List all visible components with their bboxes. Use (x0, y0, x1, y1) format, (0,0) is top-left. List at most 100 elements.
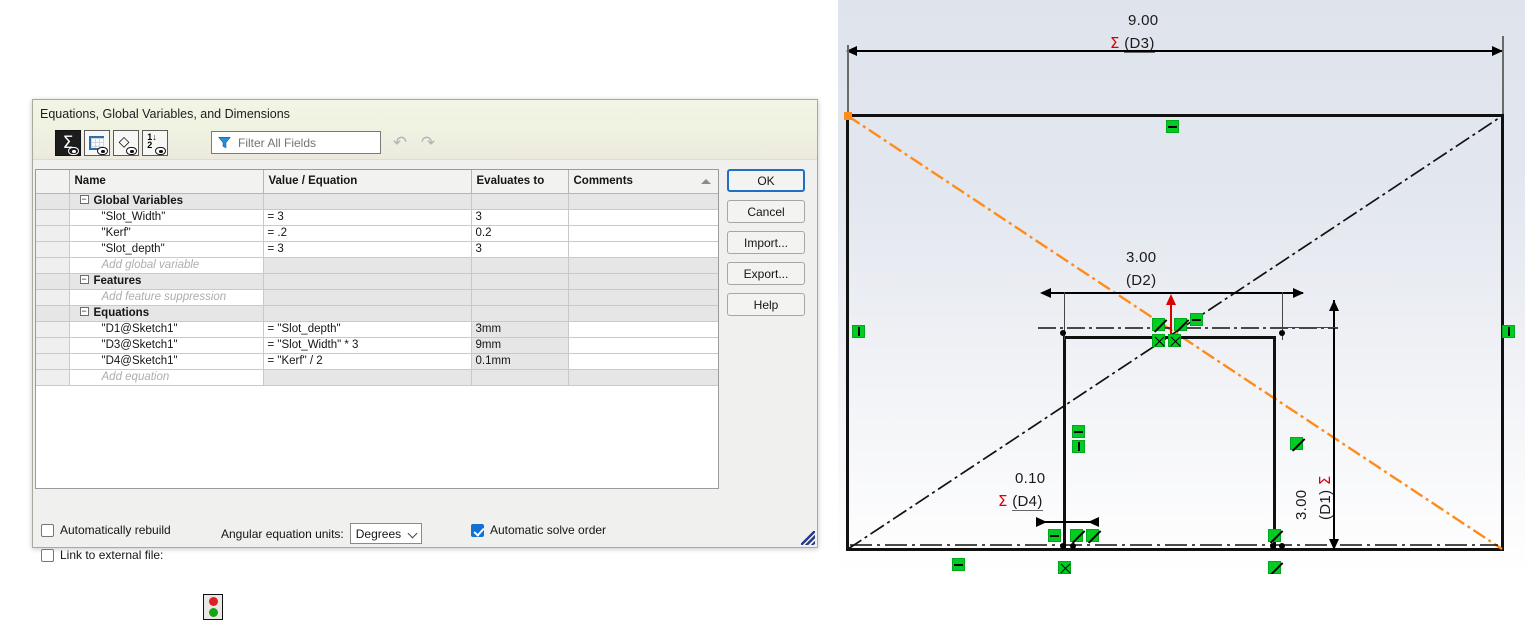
section-title-cell[interactable]: − Global Variables (69, 193, 264, 210)
row-selector[interactable] (36, 193, 70, 210)
auto-rebuild-row[interactable]: Automatically rebuild (41, 523, 171, 537)
link-external-checkbox[interactable] (41, 548, 54, 562)
constraint-marker[interactable] (1190, 313, 1203, 326)
rebuild-status-icon[interactable] (203, 594, 223, 620)
cell-comments[interactable] (568, 209, 718, 226)
cell-comments[interactable] (568, 353, 718, 370)
row-selector[interactable] (36, 353, 70, 370)
sort-ascending-icon[interactable] (700, 179, 711, 184)
constraint-marker[interactable] (1168, 334, 1181, 347)
table-row[interactable]: "Kerf" = .2 0.2 (36, 225, 718, 242)
cell-value[interactable]: = "Slot_depth" (263, 321, 472, 338)
dimension-D2-label[interactable]: (D2) (1126, 272, 1156, 289)
row-selector[interactable] (36, 225, 70, 242)
link-external-row[interactable]: Link to external file: (41, 548, 163, 562)
sketch-equation-view-button[interactable] (84, 130, 110, 156)
cell-value[interactable]: = "Kerf" / 2 (263, 353, 472, 370)
sketch-point[interactable] (1279, 543, 1285, 549)
equations-dialog[interactable]: Equations, Global Variables, and Dimensi… (32, 99, 818, 620)
cell-value[interactable]: = 3 (263, 241, 472, 258)
equation-view-button[interactable]: Σ (55, 130, 81, 156)
cell-name[interactable]: "Slot_Width" (69, 209, 264, 226)
cell-comments[interactable] (568, 337, 718, 354)
equations-grid[interactable]: Name Value / Equation Evaluates to Comme… (35, 169, 719, 489)
constraint-marker[interactable] (1048, 529, 1061, 542)
filter-input[interactable] (211, 131, 381, 154)
resize-grip[interactable] (801, 531, 815, 545)
section-row-global-variables[interactable]: − Global Variables (36, 193, 718, 210)
dimension-view-button[interactable]: ◇ (113, 130, 139, 156)
constraint-marker[interactable] (1070, 529, 1083, 542)
table-row[interactable]: "D3@Sketch1" = "Slot_Width" * 3 9mm (36, 337, 718, 354)
constraint-marker[interactable] (1058, 561, 1071, 574)
sketch-point[interactable] (1060, 543, 1066, 549)
section-title-cell[interactable]: − Equations (69, 305, 264, 322)
constraint-marker[interactable] (1290, 437, 1303, 450)
cell-comments[interactable] (568, 241, 718, 258)
add-equation-cell[interactable]: Add equation (69, 369, 264, 386)
cell-value[interactable]: = 3 (263, 209, 472, 226)
constraint-marker[interactable] (1152, 318, 1165, 331)
ok-button[interactable]: OK (727, 169, 805, 192)
table-row[interactable]: "D4@Sketch1" = "Kerf" / 2 0.1mm (36, 353, 718, 370)
cad-viewport[interactable]: 9.00 Σ (D3) 3.00 (D2) 0.10 Σ (D4) 3.00 (… (838, 0, 1525, 574)
cell-value[interactable]: = .2 (263, 225, 472, 242)
constraint-marker[interactable] (1502, 325, 1515, 338)
add-row[interactable]: Add feature suppression (36, 289, 718, 306)
cell-comments[interactable] (568, 225, 718, 242)
column-header-evaluates[interactable]: Evaluates to (471, 170, 569, 194)
export-button[interactable]: Export... (727, 262, 805, 285)
collapse-icon[interactable]: − (79, 307, 89, 317)
column-header-name[interactable]: Name (69, 170, 264, 194)
cell-comments[interactable] (568, 321, 718, 338)
cancel-button[interactable]: Cancel (727, 200, 805, 223)
row-selector[interactable] (36, 289, 70, 306)
redo-button[interactable]: ↷ (419, 134, 437, 152)
constraint-marker[interactable] (1072, 440, 1085, 453)
sketch-point[interactable] (1070, 543, 1076, 549)
row-selector[interactable] (36, 369, 70, 386)
collapse-icon[interactable]: − (79, 195, 89, 205)
cell-value[interactable]: = "Slot_Width" * 3 (263, 337, 472, 354)
constraint-marker[interactable] (1072, 425, 1085, 438)
row-selector[interactable] (36, 209, 70, 226)
ordered-view-button[interactable]: 1↓ 2 (142, 130, 168, 156)
section-row-equations[interactable]: − Equations (36, 305, 718, 322)
add-row[interactable]: Add equation (36, 369, 718, 386)
table-row[interactable]: "Slot_depth" = 3 3 (36, 241, 718, 258)
dimension-D3-value[interactable]: 9.00 (1128, 12, 1158, 29)
cell-name[interactable]: "D3@Sketch1" (69, 337, 264, 354)
sketch-point[interactable] (1279, 330, 1285, 336)
column-header-comments[interactable]: Comments (568, 170, 718, 194)
column-header-value[interactable]: Value / Equation (263, 170, 472, 194)
row-selector[interactable] (36, 241, 70, 258)
add-row[interactable]: Add global variable (36, 257, 718, 274)
sketch-point[interactable] (1270, 543, 1276, 549)
help-button[interactable]: Help (727, 293, 805, 316)
cell-name[interactable]: "Slot_depth" (69, 241, 264, 258)
dimension-D1-value[interactable]: 3.00 (1293, 490, 1310, 520)
section-title-cell[interactable]: − Features (69, 273, 264, 290)
table-row[interactable]: "D1@Sketch1" = "Slot_depth" 3mm (36, 321, 718, 338)
add-global-variable-cell[interactable]: Add global variable (69, 257, 264, 274)
constraint-marker[interactable] (1086, 529, 1099, 542)
auto-rebuild-checkbox[interactable] (41, 523, 54, 537)
sketch-point[interactable] (1060, 330, 1066, 336)
constraint-marker[interactable] (952, 558, 965, 571)
row-selector[interactable] (36, 305, 70, 322)
add-feature-suppression-cell[interactable]: Add feature suppression (69, 289, 264, 306)
import-button[interactable]: Import... (727, 231, 805, 254)
auto-solve-checkbox[interactable] (471, 523, 484, 537)
row-selector[interactable] (36, 321, 70, 338)
cell-name[interactable]: "D1@Sketch1" (69, 321, 264, 338)
constraint-marker[interactable] (1152, 334, 1165, 347)
table-row[interactable]: "Slot_Width" = 3 3 (36, 209, 718, 226)
constraint-marker[interactable] (1174, 318, 1187, 331)
dimension-D1-label[interactable]: (D1) Σ (1316, 475, 1335, 520)
row-selector[interactable] (36, 257, 70, 274)
cell-name[interactable]: "D4@Sketch1" (69, 353, 264, 370)
undo-button[interactable]: ↶ (391, 134, 409, 152)
dimension-D4-value[interactable]: 0.10 (1015, 470, 1045, 487)
collapse-icon[interactable]: − (79, 275, 89, 285)
auto-solve-row[interactable]: Automatic solve order (471, 523, 606, 537)
